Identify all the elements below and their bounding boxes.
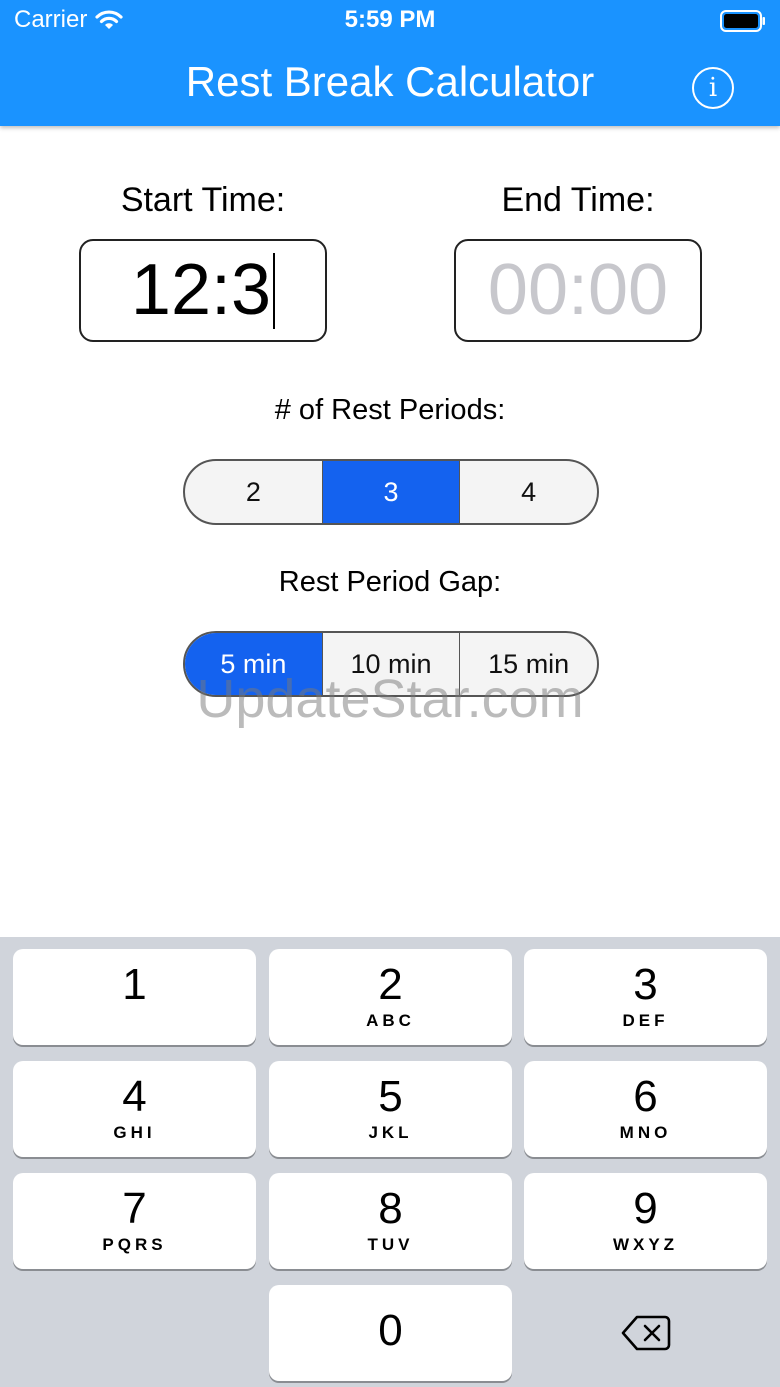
key-0[interactable]: 0 xyxy=(269,1285,512,1381)
key-5[interactable]: 5 JKL xyxy=(269,1061,512,1157)
key-1[interactable]: 1 xyxy=(13,949,256,1045)
key-letters: WXYZ xyxy=(612,1235,679,1254)
delete-button[interactable] xyxy=(524,1285,767,1381)
battery-icon xyxy=(720,10,765,32)
key-digit: 2 xyxy=(378,960,403,1009)
key-letters: JKL xyxy=(368,1123,413,1142)
navigation-bar: Carrier 5:59 PM Rest Break Calculator i xyxy=(0,0,780,126)
numeric-keypad: 1 2 ABC 3 DEF 4 GHI 5 JKL 6 MNO 7 PQRS 8 TUV 9 W… xyxy=(0,937,780,1387)
key-letters: PQRS xyxy=(102,1235,167,1254)
info-icon[interactable]: i xyxy=(692,67,734,109)
key-letters: GHI xyxy=(113,1123,156,1142)
key-letters: TUV xyxy=(367,1235,414,1254)
backspace-icon xyxy=(621,1315,670,1351)
start-time-label: Start Time: xyxy=(120,181,286,219)
key-8[interactable]: 8 TUV xyxy=(269,1173,512,1269)
start-time-input[interactable]: 12:3 xyxy=(79,239,327,342)
rest-periods-control: 2 3 4 xyxy=(183,459,599,525)
key-2[interactable]: 2 ABC xyxy=(269,949,512,1045)
key-digit: 5 xyxy=(378,1072,403,1121)
watermark: UpdateStar.com xyxy=(196,669,584,729)
key-letters: ABC xyxy=(366,1011,415,1030)
key-7[interactable]: 7 PQRS xyxy=(13,1173,256,1269)
end-time-input[interactable]: 00:00 xyxy=(454,239,702,342)
key-4[interactable]: 4 GHI xyxy=(13,1061,256,1157)
rest-periods-option-4[interactable]: 4 xyxy=(460,461,597,523)
key-letters: DEF xyxy=(622,1011,669,1030)
key-digit: 7 xyxy=(122,1184,147,1233)
key-digit: 0 xyxy=(378,1306,403,1355)
page-title: Rest Break Calculator xyxy=(185,58,595,105)
status-time: 5:59 PM xyxy=(344,6,436,33)
key-6[interactable]: 6 MNO xyxy=(524,1061,767,1157)
key-digit: 4 xyxy=(122,1072,147,1121)
key-3[interactable]: 3 DEF xyxy=(524,949,767,1045)
key-letters: MNO xyxy=(619,1123,672,1142)
start-time-value: 12:3 xyxy=(130,250,272,330)
text-caret xyxy=(273,252,276,329)
rest-periods-option-2[interactable]: 2 xyxy=(185,461,323,523)
key-digit: 3 xyxy=(633,960,658,1009)
end-time-label: End Time: xyxy=(501,181,655,219)
rest-periods-option-3[interactable]: 3 xyxy=(322,461,461,523)
key-digit: 9 xyxy=(633,1184,658,1233)
key-digit: 8 xyxy=(378,1184,403,1233)
end-time-placeholder: 00:00 xyxy=(487,250,669,330)
rest-periods-label: # of Rest Periods: xyxy=(274,394,506,426)
rest-gap-label: Rest Period Gap: xyxy=(278,566,502,598)
key-9[interactable]: 9 WXYZ xyxy=(524,1173,767,1269)
key-digit: 6 xyxy=(633,1072,658,1121)
key-digit: 1 xyxy=(122,960,147,1009)
